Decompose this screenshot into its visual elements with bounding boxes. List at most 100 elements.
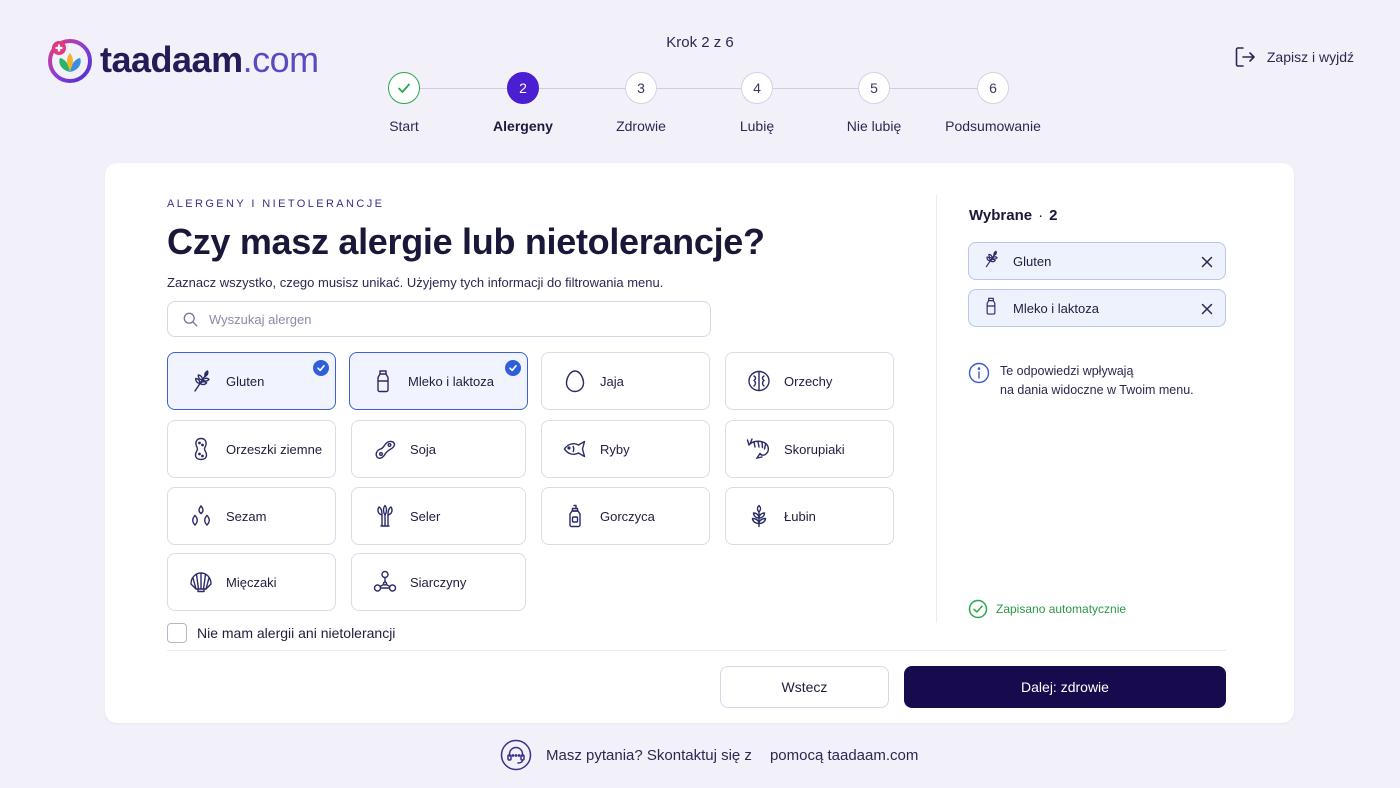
molecule-icon [372, 569, 398, 595]
save-exit-button[interactable]: Zapisz i wyjdź [1233, 45, 1354, 69]
headset-icon [500, 739, 532, 771]
fish-icon [562, 436, 588, 462]
info-text: Te odpowiedzi wpływają na dania widoczne… [1000, 364, 1194, 397]
allergen-label: Sezam [226, 508, 267, 524]
exit-icon [1235, 47, 1255, 67]
allergen-tile-eggs[interactable]: Jaja [541, 352, 710, 410]
allergen-label: Soja [410, 441, 437, 457]
allergen-label: Gorczyca [600, 508, 655, 524]
checkbox-box[interactable] [167, 623, 187, 643]
step-circle: 5 [858, 72, 890, 104]
selected-chip-milk: Mleko i laktoza [968, 289, 1226, 327]
walnut-icon [746, 368, 772, 394]
peanut-icon [188, 436, 214, 462]
no-allergies-checkbox[interactable]: Nie mam alergii ani nietolerancji [167, 623, 395, 643]
step-circle [388, 72, 420, 104]
allergen-label: Orzeszki ziemne [226, 441, 323, 457]
no-allergies-label: Nie mam alergii ani nietolerancji [197, 625, 396, 641]
check-icon [398, 83, 410, 93]
help-footer: Masz pytania? Skontaktuj się z pomocą taa… [500, 739, 918, 771]
allergen-label: Mięczaki [226, 574, 277, 590]
logo[interactable]: taadaam.com [46, 36, 319, 84]
next-button[interactable]: Dalej: zdrowie [904, 666, 1226, 708]
save-exit-label: Zapisz i wyjdź [1266, 49, 1354, 65]
allergen-tile-molluscs[interactable]: Mięczaki [167, 553, 336, 611]
back-button[interactable]: Wstecz [720, 666, 889, 708]
step-allergens[interactable]: 2 Alergeny [468, 72, 578, 134]
allergen-tile-milk[interactable]: Mleko i laktoza [349, 352, 528, 410]
allergen-tile-soy[interactable]: Soja [351, 420, 526, 478]
sesame-icon [188, 503, 214, 529]
step-health[interactable]: 3 Zdrowie [586, 72, 696, 134]
brand-name: taadaam.com [100, 39, 319, 80]
info-note: Te odpowiedzi wpływają na dania widoczne… [968, 362, 1194, 400]
logo-icon [48, 39, 92, 83]
mustard-bottle-icon [562, 503, 588, 529]
selected-count: 2 [1049, 207, 1058, 224]
step-start[interactable]: Start [349, 72, 459, 134]
chip-label: Mleko i laktoza [1013, 300, 1099, 316]
step-label: Podsumowanie [945, 118, 1041, 134]
step-circle: 6 [977, 72, 1009, 104]
wheat-icon [981, 249, 1001, 274]
allergen-tile-fish[interactable]: Ryby [541, 420, 710, 478]
page-subtitle: Zaznacz wszystko, czego musisz unikać. U… [167, 275, 664, 290]
milk-bottle-icon [981, 296, 1001, 321]
allergen-label: Łubin [784, 508, 816, 524]
allergen-tile-peanuts[interactable]: Orzeszki ziemne [167, 420, 336, 478]
allergen-label: Skorupiaki [784, 441, 845, 457]
step-label: Start [389, 118, 419, 134]
step-label: Lubię [739, 118, 775, 134]
panel-divider [936, 195, 937, 623]
shell-icon [188, 569, 214, 595]
step-likes[interactable]: 4 Lubię [702, 72, 812, 134]
allergen-label: Ryby [600, 441, 630, 457]
allergen-tile-lupin[interactable]: Łubin [725, 487, 894, 545]
step-circle: 2 [507, 72, 539, 104]
allergen-label: Gluten [226, 373, 265, 389]
chip-label: Gluten [1013, 253, 1052, 269]
step-circle: 3 [625, 72, 657, 104]
allergen-tile-nuts[interactable]: Orzechy [725, 352, 894, 410]
allergen-tile-crustaceans[interactable]: Skorupiaki [725, 420, 894, 478]
step-summary[interactable]: 6 Podsumowanie [938, 72, 1048, 134]
selected-heading: Wybrane · 2 [969, 207, 1058, 224]
help-text: Masz pytania? Skontaktuj się z [546, 746, 752, 764]
step-label: Nie lubię [846, 118, 902, 134]
search-input[interactable] [209, 311, 689, 327]
allergen-search[interactable] [167, 301, 711, 337]
celery-icon [372, 503, 398, 529]
remove-chip-icon[interactable] [1199, 301, 1215, 317]
allergen-label: Siarczyny [410, 574, 467, 590]
allergen-tile-sesame[interactable]: Sezam [167, 487, 336, 545]
selected-check-icon [505, 360, 521, 376]
wheat-icon [188, 368, 214, 394]
selected-chip-gluten: Gluten [968, 242, 1226, 280]
step-counter: Krok 2 z 6 [666, 34, 734, 51]
allergen-tile-gluten[interactable]: Gluten [167, 352, 336, 410]
search-icon [183, 312, 198, 327]
allergens-card: ALERGENY I NIETOLERANCJE Czy masz alergi… [105, 163, 1294, 723]
allergen-tile-mustard[interactable]: Gorczyca [541, 487, 710, 545]
allergen-tile-celery[interactable]: Seler [351, 487, 526, 545]
step-dislikes[interactable]: 5 Nie lubię [819, 72, 929, 134]
autosave-status: Zapisano automatycznie [968, 599, 1126, 619]
page-title: Czy masz alergie lub nietolerancje? [167, 221, 765, 262]
selected-check-icon [313, 360, 329, 376]
remove-chip-icon[interactable] [1199, 254, 1215, 270]
allergen-label: Orzechy [784, 373, 833, 389]
shrimp-icon [746, 436, 772, 462]
step-circle: 4 [741, 72, 773, 104]
soy-bean-icon [372, 436, 398, 462]
allergen-label: Mleko i laktoza [408, 373, 494, 389]
progress-stepper: Start 2 Alergeny 3 Zdrowie 4 Lubię 5 Nie… [360, 72, 1060, 142]
info-icon [968, 362, 990, 384]
step-label: Alergeny [493, 118, 553, 134]
check-circle-icon [968, 599, 988, 619]
allergen-tile-sulphites[interactable]: Siarczyny [351, 553, 526, 611]
step-label: Zdrowie [616, 118, 666, 134]
help-link[interactable]: pomocą taadaam.com [770, 747, 918, 764]
lupin-icon [746, 503, 772, 529]
allergen-label: Jaja [600, 373, 624, 389]
allergen-label: Seler [410, 508, 441, 524]
